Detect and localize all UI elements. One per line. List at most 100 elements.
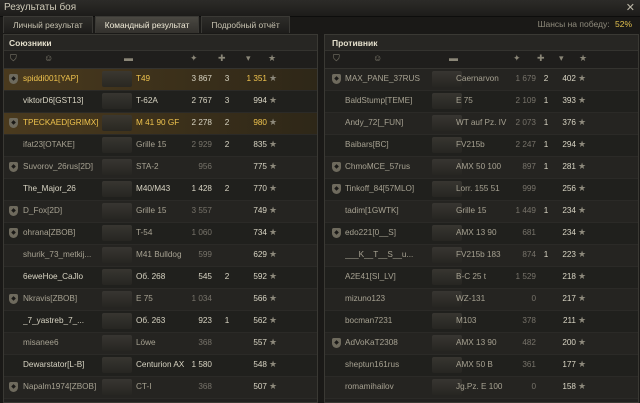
xp-value: 393: [562, 96, 576, 105]
player-row[interactable]: ◆ Suvorov_26rus[2D] STA-2 956 775 ★: [4, 157, 317, 179]
damage-value: 956: [198, 162, 212, 171]
clan-emblem-icon: ◆: [332, 228, 341, 238]
damage-value: 361: [522, 360, 536, 369]
player-row[interactable]: ___K__T__S__u... FV215b 183 874 1 223 ★: [325, 245, 638, 267]
tank-icon: [102, 335, 132, 351]
frags-value: 2: [224, 118, 230, 127]
player-name: Napalm1974[ZBOB]: [23, 382, 97, 391]
player-row[interactable]: ◆ MAX_PANE_37RUS Caernarvon 1 679 2 402 ★: [325, 69, 638, 91]
damage-value: 599: [198, 250, 212, 259]
tank-icon: [102, 71, 132, 87]
star-icon: ★: [578, 95, 587, 105]
damage-value: 2 247: [515, 140, 537, 149]
xp-star-icon[interactable]: ★: [268, 53, 276, 64]
tank-name: AMX 50 B: [456, 360, 493, 369]
player-row[interactable]: viktorD6[GST13] T-62A 2 767 3 994 ★: [4, 91, 317, 113]
star-icon: ★: [269, 95, 278, 105]
player-row[interactable]: mizuno123 WZ-131 0 217 ★: [325, 289, 638, 311]
player-row[interactable]: A2E41[SI_LV] B-C 25 t 1 529 218 ★: [325, 267, 638, 289]
damage-value: 3 867: [191, 74, 213, 83]
tab-personal-result[interactable]: Личный результат: [3, 16, 93, 33]
player-row[interactable]: Baibars[BC] FV215b 2 247 1 294 ★: [325, 135, 638, 157]
player-row[interactable]: ◆ edo221[0__S] AMX 13 90 681 234 ★: [325, 223, 638, 245]
player-row[interactable]: sheptun161rus AMX 50 B 361 177 ★: [325, 355, 638, 377]
xp-value: 749: [253, 206, 267, 215]
player-row[interactable]: ifat23[OTAKE] Grille 15 2 929 2 835 ★: [4, 135, 317, 157]
star-icon: ★: [578, 227, 587, 237]
player-row[interactable]: ◆ AdVoKaT2308 AMX 13 90 482 200 ★: [325, 333, 638, 355]
star-icon: ★: [269, 227, 278, 237]
player-name: The_Major_26: [23, 184, 76, 193]
star-icon: ★: [269, 205, 278, 215]
player-row[interactable]: romamihailov Jg.Pz. E 100 0 158 ★: [325, 377, 638, 399]
damage-icon[interactable]: ✦: [513, 53, 521, 64]
tank-name: Löwe: [136, 338, 156, 347]
enemies-header: Противник: [325, 35, 638, 51]
player-row[interactable]: tadim[1GWTK] Grille 15 1 449 1 234 ★: [325, 201, 638, 223]
player-name: MAX_PANE_37RUS: [345, 74, 420, 83]
star-icon: ★: [269, 161, 278, 171]
xp-value: 562: [253, 316, 267, 325]
player-row[interactable]: 6eweHoe_CaJlo Об. 268 545 2 592 ★: [4, 267, 317, 289]
player-name: 6eweHoe_CaJlo: [23, 272, 84, 281]
clan-emblem-icon: ◆: [9, 382, 18, 392]
close-icon[interactable]: ✕: [626, 1, 635, 14]
tab-team-result[interactable]: Командный результат: [94, 16, 200, 33]
enemies-panel: Противник ⛉ ☺ ▬ ✦ ✚ ▾ ★ ◆ MAX_PANE_37RUS C…: [324, 34, 639, 403]
player-row[interactable]: _7_yastreb_7_... Об. 263 923 1 562 ★: [4, 311, 317, 333]
player-row[interactable]: ◆ Napalm1974[ZBOB] CT-I 368 507 ★: [4, 377, 317, 399]
player-row[interactable]: ◆ TPECKAED[GRIMX] M 41 90 GF 2 278 2 980 ★: [4, 113, 317, 135]
xp-value: 376: [562, 118, 576, 127]
player-name: ifat23[OTAKE]: [23, 140, 75, 149]
tank-icon: [102, 269, 132, 285]
title-bar: Результаты боя ✕: [0, 0, 640, 17]
frags-icon[interactable]: ✚: [218, 53, 226, 64]
tank-name: T49: [136, 74, 151, 83]
player-row[interactable]: Dewarstator[L-B] Centurion AX 1 580 548 ★: [4, 355, 317, 377]
player-row[interactable]: misanee6 Löwe 368 557 ★: [4, 333, 317, 355]
player-icon[interactable]: ☺: [373, 53, 382, 63]
star-icon: ★: [578, 293, 587, 303]
star-icon: ★: [269, 139, 278, 149]
player-name: mizuno123: [345, 294, 386, 303]
allies-header: Союзники: [4, 35, 317, 51]
sort-icon[interactable]: ▾: [559, 53, 564, 64]
tank-icon: [102, 379, 132, 395]
xp-star-icon[interactable]: ★: [579, 53, 587, 64]
tank-icon[interactable]: ▬: [124, 53, 133, 63]
tank-icon: [102, 357, 132, 373]
damage-value: 923: [198, 316, 212, 325]
player-row[interactable]: ◆ Nkravis[ZBOB] E 75 1 034 566 ★: [4, 289, 317, 311]
player-row[interactable]: The_Major_26 M40/M43 1 428 2 770 ★: [4, 179, 317, 201]
clan-icon: ⛉: [333, 53, 340, 63]
player-row[interactable]: ◆ spiddi001[YAP] T49 3 867 3 1 351 ★: [4, 69, 317, 91]
damage-value: 1 060: [191, 228, 213, 237]
player-name: AdVoKaT2308: [345, 338, 398, 347]
tank-icon: [102, 247, 132, 263]
tank-name: Lorr. 155 51: [456, 184, 500, 193]
player-row[interactable]: shurik_73_metkij... M41 Bulldog 599 629 ★: [4, 245, 317, 267]
player-row[interactable]: ◆ Tinkoff_84[57MLO] Lorr. 155 51 999 256 ★: [325, 179, 638, 201]
damage-icon[interactable]: ✦: [190, 53, 198, 64]
star-icon: ★: [269, 271, 278, 281]
star-icon: ★: [578, 249, 587, 259]
tank-name: E 75: [136, 294, 153, 303]
tank-name: Grille 15: [456, 206, 487, 215]
player-row[interactable]: ◆ ChmoMCE_57rus AMX 50 100 897 1 281 ★: [325, 157, 638, 179]
player-row[interactable]: bocman7231 M103 378 211 ★: [325, 311, 638, 333]
clan-emblem-icon: ◆: [9, 206, 18, 216]
enemies-rows: ◆ MAX_PANE_37RUS Caernarvon 1 679 2 402 ★ BaldS…: [325, 69, 638, 399]
sort-icon[interactable]: ▾: [246, 53, 251, 64]
tank-name: Jg.Pz. E 100: [456, 382, 503, 391]
player-row[interactable]: BaldStump[TEME] E 75 2 109 1 393 ★: [325, 91, 638, 113]
player-icon[interactable]: ☺: [44, 53, 53, 63]
tab-detailed-report[interactable]: Подробный отчёт: [201, 16, 290, 33]
tank-icon: [102, 203, 132, 219]
player-row[interactable]: ◆ D_Fox[2D] Grille 15 3 557 749 ★: [4, 201, 317, 223]
player-name: ChmoMCE_57rus: [345, 162, 411, 171]
player-row[interactable]: ◆ ohrana[ZBOB] T-54 1 060 734 ★: [4, 223, 317, 245]
frags-value: 2: [224, 272, 230, 281]
frags-icon[interactable]: ✚: [537, 53, 545, 64]
tank-icon[interactable]: ▬: [449, 53, 458, 63]
player-row[interactable]: Andy_72[_FUN] WT auf Pz. IV 2 073 1 376 ★: [325, 113, 638, 135]
